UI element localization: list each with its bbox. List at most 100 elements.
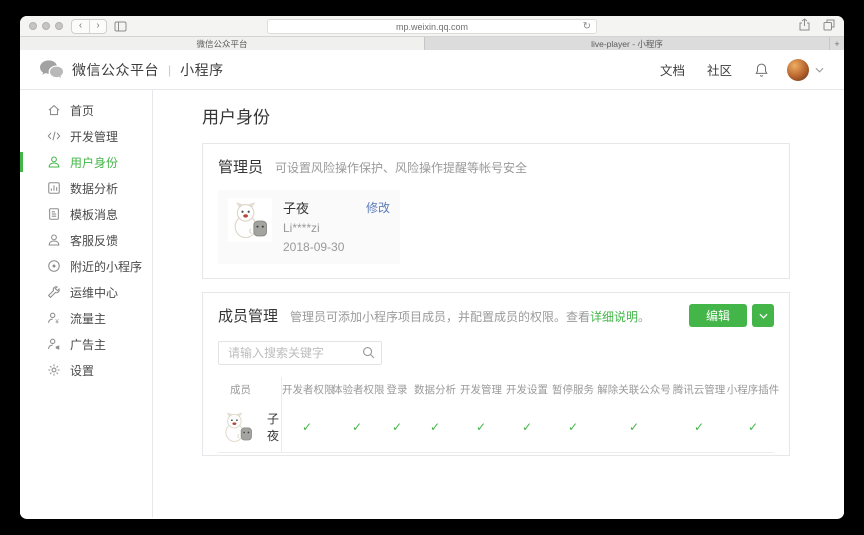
- sidebar-item-label: 设置: [70, 363, 95, 378]
- browser-window: ‹ › mp.weixin.qq.com ↻ 微信公众平台 live-player…: [20, 16, 844, 519]
- column-header: 登录: [386, 383, 408, 396]
- member-section-description: 管理员可添加小程序项目成员，并配置成员的权限。查看详细说明。: [290, 308, 650, 325]
- notification-bell-icon[interactable]: [754, 62, 769, 78]
- member-avatar: [220, 408, 256, 445]
- nav-community-link[interactable]: 社区: [707, 60, 732, 79]
- page-title: 用户身份: [202, 108, 270, 127]
- permission-check-icon: ✓: [475, 419, 487, 434]
- gear-icon: [47, 363, 61, 377]
- permission-check-icon: ✓: [391, 419, 403, 434]
- tab-overview-icon[interactable]: [823, 18, 835, 36]
- main-content: 用户身份 管理员 可设置风险操作保护、风险操作提醒等帐号安全 子夜 Li****…: [153, 90, 844, 517]
- zoom-window-button[interactable]: [55, 22, 63, 30]
- sidebar: 首页开发管理用户身份数据分析模板消息客服反馈附近的小程序 运维中心 ¥ 流量主 广告主设…: [20, 90, 153, 517]
- column-header: 成员: [218, 377, 282, 402]
- member-search: [218, 341, 382, 366]
- sidebar-item-traffic-owner[interactable]: ¥ 流量主: [20, 305, 152, 331]
- permission-check-icon: ✓: [351, 419, 363, 434]
- sidebar-item-dev-manage[interactable]: 开发管理: [20, 123, 152, 149]
- sidebar-item-settings[interactable]: 设置: [20, 357, 152, 383]
- sidebar-item-label: 数据分析: [70, 181, 119, 196]
- admin-info: 子夜 Li****zi 2018-09-30: [283, 198, 344, 256]
- sidebar-toggle-icon[interactable]: [114, 21, 127, 32]
- column-header: 数据分析: [414, 383, 456, 396]
- table-header-row: 成员 开发者权限 体验者权限 登录 数据分析 开发管理 开发设置 暂停服务 解除关联公众号 腾讯云…: [218, 377, 779, 402]
- search-input[interactable]: [218, 341, 382, 366]
- user-avatar[interactable]: [787, 58, 809, 81]
- traffic-lights: [29, 22, 63, 30]
- close-window-button[interactable]: [29, 22, 37, 30]
- sidebar-item-data-analysis[interactable]: 数据分析: [20, 175, 152, 201]
- permission-check-icon: ✓: [301, 419, 313, 434]
- admin-card: 子夜 Li****zi 2018-09-30 修改: [218, 190, 400, 265]
- share-icon[interactable]: [799, 17, 810, 36]
- edit-dropdown-button[interactable]: [752, 304, 774, 328]
- permission-table: 成员 开发者权限 体验者权限 登录 数据分析 开发管理 开发设置 暂停服务 解除关联公众号 腾讯云…: [218, 377, 779, 454]
- reload-icon[interactable]: ↻: [583, 20, 591, 34]
- sidebar-item-label: 用户身份: [70, 155, 119, 170]
- admin-section-title: 管理员: [218, 159, 264, 176]
- admin-section: 管理员 可设置风险操作保护、风险操作提醒等帐号安全 子夜 Li****zi 20…: [202, 143, 790, 280]
- minimize-window-button[interactable]: [42, 22, 50, 30]
- sidebar-item-nearby-miniprogram[interactable]: 附近的小程序: [20, 253, 152, 279]
- detail-help-link[interactable]: 详细说明: [590, 310, 638, 324]
- nearby-icon: [47, 259, 61, 273]
- address-bar[interactable]: mp.weixin.qq.com ↻: [267, 19, 597, 34]
- admin-avatar: [228, 198, 272, 242]
- admin-bind-date: 2018-09-30: [283, 239, 345, 254]
- browser-tab[interactable]: 微信公众平台: [20, 37, 424, 50]
- title-separator: |: [168, 62, 172, 77]
- back-button[interactable]: ‹: [72, 20, 89, 33]
- sidebar-item-label: 开发管理: [70, 129, 119, 144]
- site-header: 微信公众平台 | 小程序 文档 社区: [20, 50, 844, 90]
- tab-bar: 微信公众平台 live-player - 小程序 +: [20, 37, 844, 50]
- sidebar-item-label: 运维中心: [70, 285, 119, 300]
- header-nav: 文档 社区: [638, 58, 824, 81]
- sidebar-item-advertiser[interactable]: 广告主: [20, 331, 152, 357]
- wechat-logo-icon: [40, 59, 63, 80]
- edit-button[interactable]: 编辑: [688, 304, 747, 328]
- column-header: 小程序插件: [726, 383, 780, 396]
- column-header: 解除关联公众号: [597, 383, 671, 396]
- column-header: 体验者权限: [332, 383, 385, 396]
- sidebar-item-ops-center[interactable]: 运维中心: [20, 279, 152, 305]
- home-icon: [47, 103, 61, 117]
- browser-tab[interactable]: live-player - 小程序: [424, 37, 829, 50]
- member-section-title: 成员管理: [218, 308, 279, 326]
- sidebar-item-label: 模板消息: [70, 207, 119, 222]
- svg-text:¥: ¥: [55, 318, 59, 325]
- toolbar-right-icons: [799, 16, 835, 37]
- column-header: 暂停服务: [552, 383, 594, 396]
- user-icon: [47, 155, 61, 169]
- admin-name: 子夜: [283, 201, 310, 216]
- code-icon: [47, 129, 61, 143]
- admin-wechat-id: Li****zi: [283, 221, 320, 236]
- permission-check-icon: ✓: [747, 419, 759, 434]
- permission-check-icon: ✓: [693, 419, 705, 434]
- sidebar-item-service-feedback[interactable]: 客服反馈: [20, 227, 152, 253]
- permission-check-icon: ✓: [567, 419, 579, 434]
- sidebar-item-label: 首页: [70, 103, 95, 118]
- modify-admin-link[interactable]: 修改: [366, 199, 390, 216]
- new-tab-button[interactable]: +: [829, 37, 844, 50]
- forward-button[interactable]: ›: [89, 19, 106, 33]
- site-title: 微信公众平台: [72, 61, 159, 78]
- search-icon[interactable]: [362, 346, 375, 359]
- page-body: 首页 开发管理 用户身份 数据分析 模板消息 客服反馈 附近的小程序 运维中心 ¥ 流量主 广告主设…: [20, 90, 844, 517]
- column-header: 腾讯云管理: [672, 383, 726, 396]
- sidebar-item-user-identity[interactable]: 用户身份: [20, 149, 152, 175]
- member-name: 子夜: [267, 411, 280, 443]
- admin-section-description: 可设置风险操作保护、风险操作提醒等帐号安全: [275, 161, 528, 175]
- sidebar-item-template-message[interactable]: 模板消息: [20, 201, 152, 227]
- sidebar-item-label: 附近的小程序: [70, 259, 143, 274]
- member-buttons: 编辑: [688, 304, 774, 328]
- nav-buttons: ‹ ›: [71, 18, 107, 34]
- nav-docs-link[interactable]: 文档: [660, 60, 685, 79]
- traffic-user-icon: ¥: [47, 311, 61, 325]
- template-icon: [47, 207, 61, 221]
- chevron-down-icon[interactable]: [815, 67, 824, 73]
- feedback-icon: [47, 233, 61, 247]
- chart-icon: [47, 181, 61, 195]
- sidebar-item-home[interactable]: 首页: [20, 97, 152, 123]
- member-cell: 子夜: [218, 401, 282, 453]
